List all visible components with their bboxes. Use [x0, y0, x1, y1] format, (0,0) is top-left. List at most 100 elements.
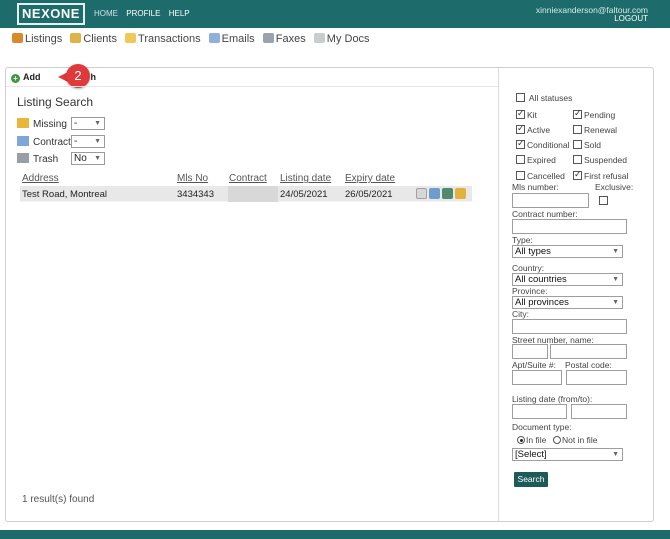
add-button[interactable]: + Add: [11, 72, 41, 83]
checkbox[interactable]: [573, 140, 582, 149]
status-conditional[interactable]: Conditional: [516, 138, 570, 150]
country-select[interactable]: All countries ▼: [512, 273, 623, 286]
fax-icon[interactable]: [442, 188, 453, 199]
contract-cell: [228, 186, 278, 202]
checkbox[interactable]: [573, 169, 582, 180]
checkbox[interactable]: [516, 155, 525, 164]
document-icon[interactable]: [416, 188, 427, 199]
contract-icon: [17, 136, 29, 146]
province-select[interactable]: All provinces ▼: [512, 296, 623, 309]
mls-number-label: Mls number:: [512, 182, 559, 192]
email-icon: [208, 33, 220, 43]
module-nav: Listings Clients Transactions Emails Fax…: [12, 33, 375, 45]
module-transactions[interactable]: Transactions: [125, 33, 201, 45]
module-my-docs[interactable]: My Docs: [313, 33, 370, 45]
nav-help[interactable]: HELP: [169, 9, 190, 18]
table-row[interactable]: Test Road, Montreal 3434343 24/05/2021 2…: [20, 186, 472, 202]
chevron-down-icon: ▼: [612, 451, 619, 458]
document-type-select[interactable]: [Select] ▼: [512, 448, 623, 461]
status-cancelled[interactable]: Cancelled: [516, 171, 565, 181]
all-statuses[interactable]: All statuses: [516, 93, 572, 103]
checkbox[interactable]: [573, 108, 582, 119]
type-label: Type:: [512, 235, 533, 245]
folder-icon: [125, 33, 137, 43]
street-name-input[interactable]: [550, 344, 627, 359]
street-number-input[interactable]: [512, 344, 548, 359]
checkbox[interactable]: [573, 125, 582, 134]
mls-number-input[interactable]: [512, 193, 589, 208]
status-active[interactable]: Active: [516, 123, 550, 135]
not-in-file-radio[interactable]: Not in file: [553, 435, 597, 445]
checkbox[interactable]: [573, 155, 582, 164]
city-input[interactable]: [512, 319, 627, 334]
col-expiry-date[interactable]: Expiry date: [345, 173, 395, 184]
callout-number: 2: [66, 64, 90, 88]
page-title: Listing Search: [17, 95, 94, 109]
type-select[interactable]: All types ▼: [512, 245, 623, 258]
missing-icon: [17, 118, 29, 128]
listing-date-to-input[interactable]: [571, 404, 627, 419]
status-expired[interactable]: Expired: [516, 155, 556, 165]
country-label: Country:: [512, 263, 545, 273]
status-kit[interactable]: Kit: [516, 108, 537, 120]
contract-select[interactable]: - ▼: [71, 135, 105, 148]
radio[interactable]: [553, 436, 561, 444]
missing-select[interactable]: - ▼: [71, 117, 105, 130]
checkbox[interactable]: [516, 138, 525, 149]
col-mls-no[interactable]: Mls No: [177, 173, 208, 184]
nav-profile[interactable]: PROFILE: [126, 9, 160, 18]
nexone-logo[interactable]: NEXONE: [17, 3, 85, 25]
status-pending[interactable]: Pending: [573, 108, 615, 120]
col-listing-date[interactable]: Listing date: [280, 173, 331, 184]
radio[interactable]: [517, 436, 525, 444]
edit-icon[interactable]: [455, 188, 466, 199]
fax-icon: [262, 33, 274, 43]
checkbox[interactable]: [516, 108, 525, 119]
col-contract[interactable]: Contract: [229, 173, 267, 184]
trash-select[interactable]: No ▼: [71, 152, 105, 165]
row-actions: [416, 188, 468, 202]
house-icon: [12, 33, 23, 43]
cell-listing-date: 24/05/2021: [280, 189, 328, 200]
step-callout: 2: [58, 64, 90, 88]
listing-pane: + Add h 2 Listing Search Missing - ▼ Contra…: [6, 64, 498, 521]
toolbar-partial-label: h: [90, 72, 97, 82]
contract-number-input[interactable]: [512, 219, 627, 234]
document-type-label: Document type:: [512, 422, 572, 432]
top-nav: HOME PROFILE HELP: [94, 9, 196, 18]
checkbox[interactable]: [516, 123, 525, 134]
checkbox[interactable]: [516, 171, 525, 180]
cell-address[interactable]: Test Road, Montreal: [22, 189, 107, 200]
module-listings[interactable]: Listings: [12, 33, 62, 45]
checkbox[interactable]: [516, 93, 525, 102]
apt-suite-input[interactable]: [512, 370, 562, 385]
module-emails[interactable]: Emails: [208, 33, 255, 45]
module-clients[interactable]: Clients: [70, 33, 117, 45]
add-icon: +: [11, 74, 20, 83]
status-first-refusal[interactable]: First refusal: [573, 169, 628, 181]
contract-number-label: Contract number:: [512, 209, 578, 219]
in-file-radio[interactable]: In file: [517, 435, 546, 445]
city-label: City:: [512, 309, 529, 319]
nav-home[interactable]: HOME: [94, 9, 118, 18]
docs-icon: [313, 33, 325, 43]
exclusive-checkbox[interactable]: [599, 196, 608, 205]
chevron-down-icon: ▼: [94, 120, 101, 127]
main-panel: + Add h 2 Listing Search Missing - ▼ Contra…: [5, 64, 654, 522]
logout-link[interactable]: LOGOUT: [614, 14, 648, 23]
search-button[interactable]: Search: [514, 472, 548, 487]
status-sold[interactable]: Sold: [573, 140, 601, 150]
trash-icon: [17, 153, 29, 163]
status-renewal[interactable]: Renewal: [573, 125, 617, 135]
status-suspended[interactable]: Suspended: [573, 155, 627, 165]
listing-date-from-input[interactable]: [512, 404, 567, 419]
client-icon: [70, 33, 82, 43]
module-faxes[interactable]: Faxes: [262, 33, 306, 45]
filter-contract: Contract: [17, 136, 71, 148]
chevron-down-icon: ▼: [94, 155, 101, 162]
province-label: Province:: [512, 286, 548, 296]
postal-code-input[interactable]: [566, 370, 627, 385]
email-icon[interactable]: [429, 188, 440, 199]
col-address[interactable]: Address: [22, 173, 59, 184]
filter-missing: Missing: [17, 118, 67, 130]
